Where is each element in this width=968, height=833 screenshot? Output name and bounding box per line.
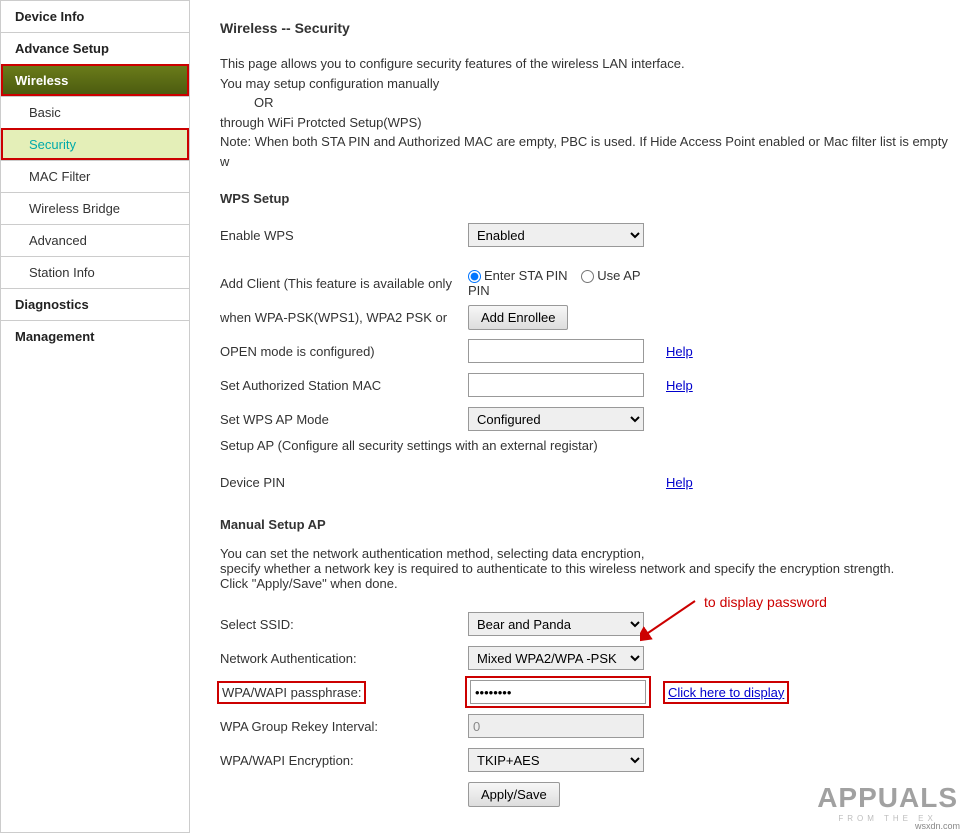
intro-line3: through WiFi Protcted Setup(WPS): [220, 113, 958, 133]
sidebar-item-mac-filter[interactable]: MAC Filter: [1, 160, 189, 192]
sidebar-item-management[interactable]: Management: [1, 320, 189, 352]
manual-desc-3: Click "Apply/Save" when done.: [220, 576, 958, 591]
sidebar-item-station-info[interactable]: Station Info: [1, 256, 189, 288]
sidebar-item-wireless-bridge[interactable]: Wireless Bridge: [1, 192, 189, 224]
add-client-label-2: when WPA-PSK(WPS1), WPA2 PSK or: [220, 310, 468, 325]
sidebar-item-basic[interactable]: Basic: [1, 96, 189, 128]
enable-wps-label: Enable WPS: [220, 228, 468, 243]
watermark-site: wsxdn.com: [915, 821, 960, 831]
encryption-label: WPA/WAPI Encryption:: [220, 753, 468, 768]
setup-ap-note: Setup AP (Configure all security setting…: [220, 438, 958, 453]
ssid-select[interactable]: Bear and Panda: [468, 612, 644, 636]
set-mode-label: Set WPS AP Mode: [220, 412, 468, 427]
sidebar: Device Info Advance Setup Wireless Basic…: [0, 0, 190, 833]
manual-desc-2: specify whether a network key is require…: [220, 561, 958, 576]
enable-wps-select[interactable]: Enabled: [468, 223, 644, 247]
radio-sta-pin-input[interactable]: [468, 270, 481, 283]
apply-save-button[interactable]: Apply/Save: [468, 782, 560, 807]
help-link-1[interactable]: Help: [666, 344, 693, 359]
passphrase-label: WPA/WAPI passphrase:: [220, 684, 363, 701]
help-link-3[interactable]: Help: [666, 475, 693, 490]
intro-line2: You may setup configuration manually: [220, 74, 958, 94]
radio-ap-pin-input[interactable]: [581, 270, 594, 283]
sidebar-item-security[interactable]: Security: [1, 128, 189, 160]
sidebar-item-advance-setup[interactable]: Advance Setup: [1, 32, 189, 64]
ssid-label: Select SSID:: [220, 617, 468, 632]
help-link-2[interactable]: Help: [666, 378, 693, 393]
main-content: Wireless -- Security This page allows yo…: [190, 0, 968, 833]
rekey-input[interactable]: [468, 714, 644, 738]
add-enrollee-button[interactable]: Add Enrollee: [468, 305, 568, 330]
enrollee-input[interactable]: [468, 339, 644, 363]
manual-heading: Manual Setup AP: [220, 517, 958, 532]
radio-sta-pin[interactable]: Enter STA PIN: [468, 268, 568, 283]
set-mode-select[interactable]: Configured: [468, 407, 644, 431]
sidebar-item-device-info[interactable]: Device Info: [1, 0, 189, 32]
intro-note: Note: When both STA PIN and Authorized M…: [220, 132, 958, 171]
sidebar-item-diagnostics[interactable]: Diagnostics: [1, 288, 189, 320]
set-mac-label: Set Authorized Station MAC: [220, 378, 468, 393]
sidebar-item-wireless[interactable]: Wireless: [1, 64, 189, 96]
intro-line1: This page allows you to configure securi…: [220, 54, 958, 74]
page-title: Wireless -- Security: [220, 20, 958, 36]
intro-or: OR: [254, 93, 958, 113]
rekey-label: WPA Group Rekey Interval:: [220, 719, 468, 734]
passphrase-input[interactable]: [470, 680, 646, 704]
intro-text: This page allows you to configure securi…: [220, 54, 958, 171]
sidebar-item-advanced[interactable]: Advanced: [1, 224, 189, 256]
manual-desc-1: You can set the network authentication m…: [220, 546, 958, 561]
add-client-label-1: Add Client (This feature is available on…: [220, 276, 468, 291]
set-mac-input[interactable]: [468, 373, 644, 397]
auth-select[interactable]: Mixed WPA2/WPA -PSK: [468, 646, 644, 670]
encryption-select[interactable]: TKIP+AES: [468, 748, 644, 772]
add-client-label-3: OPEN mode is configured): [220, 344, 468, 359]
device-pin-label: Device PIN: [220, 475, 468, 490]
wps-heading: WPS Setup: [220, 191, 958, 206]
auth-label: Network Authentication:: [220, 651, 468, 666]
display-password-link[interactable]: Click here to display: [668, 685, 784, 700]
